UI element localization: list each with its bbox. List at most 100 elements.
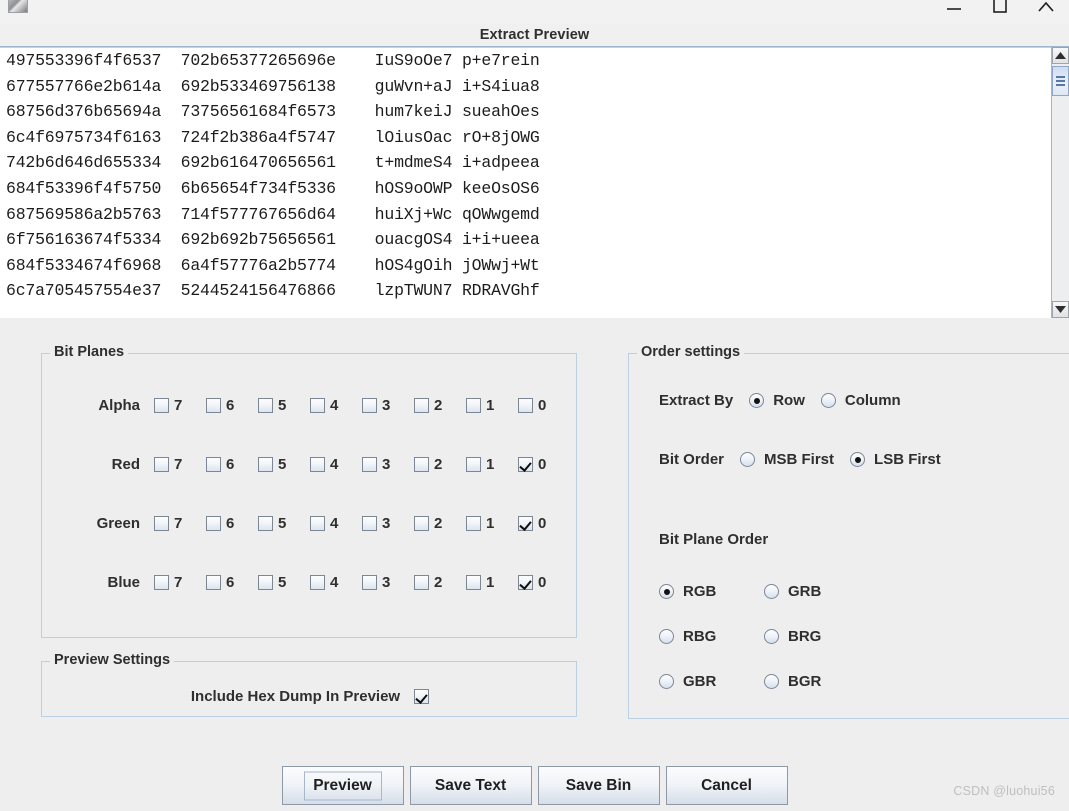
preview-vertical-scrollbar[interactable] [1051,47,1069,318]
checkbox-alpha-bit-3[interactable] [362,397,377,413]
checkbox-blue-bit-1[interactable] [466,574,481,590]
checkbox-blue-bit-6[interactable] [206,574,221,590]
bit-plane-channel-label: Alpha [98,396,140,414]
extract-by-row: Extract By Row Column [659,392,901,409]
bit-plane-order-option-gbr[interactable]: GBR [659,673,764,690]
checkbox-green-bit-7[interactable] [154,515,169,531]
checkbox-red-bit-6[interactable] [206,456,221,472]
checkbox-alpha-bit-0[interactable] [518,397,533,413]
radio-lsb-first[interactable] [850,452,866,467]
extract-preview-dialog: Extract Preview 497553396f4f6537 702b653… [0,0,1069,811]
radio-bgr[interactable] [764,674,779,689]
bit-plane-order-option-rgb[interactable]: RGB [659,583,764,600]
extract-by-option-column[interactable]: Column [820,392,901,409]
radio-label: MSB First [764,451,835,468]
checkbox-green-bit-2[interactable] [414,515,429,531]
bit-plane-row-green: Green 7 6 5 4 3 2 1 0 [42,510,578,536]
save-text-button[interactable]: Save Text [409,766,532,805]
checkbox-blue-bit-2[interactable] [414,574,429,590]
checkbox-red-bit-0[interactable] [518,456,533,472]
checkbox-red-bit-2[interactable] [414,456,429,472]
include-hex-dump-row[interactable]: Include Hex Dump In Preview [42,688,578,705]
page-title: Extract Preview [479,27,590,43]
extract-preview-textarea[interactable]: 497553396f4f6537 702b65377265696e IuS9oO… [0,47,1069,318]
radio-grb[interactable] [764,584,779,599]
radio-label: LSB First [874,451,941,468]
bit-plane-order-option-rbg[interactable]: RBG [659,628,764,645]
checkbox-green-bit-1[interactable] [466,515,481,531]
extract-by-option-row[interactable]: Row [749,392,805,409]
radio-column[interactable] [820,393,836,408]
checkbox-alpha-bit-1[interactable] [466,397,481,413]
checkbox-green-bit-0[interactable] [518,515,533,531]
radio-rbg[interactable] [659,629,674,644]
bit-order-option-msb-first[interactable]: MSB First [740,451,834,468]
bit-order-option-lsb-first[interactable]: LSB First [850,451,941,468]
radio-rgb[interactable] [659,584,674,599]
checkbox-green-bit-3[interactable] [362,515,377,531]
checkbox-blue-bit-5[interactable] [258,574,273,590]
bit-plane-order-option-bgr[interactable]: BGR [764,673,869,690]
image-file-icon [8,0,28,13]
include-hex-dump-label: Include Hex Dump In Preview [190,688,401,705]
bit-number-label: 7 [174,514,183,532]
extract-by-label: Extract By [659,392,734,409]
checkbox-blue-bit-3[interactable] [362,574,377,590]
checkbox-alpha-bit-6[interactable] [206,397,221,413]
checkbox-blue-bit-7[interactable] [154,574,169,590]
bit-cell-alpha-5: 5 [258,397,310,414]
bit-plane-channel-label: Green [96,514,140,532]
scrollbar-track[interactable] [1052,64,1069,301]
checkbox-red-bit-4[interactable] [310,456,325,472]
bit-number-label: 4 [330,573,339,591]
checkbox-red-bit-1[interactable] [466,456,481,472]
bit-number-label: 4 [330,455,339,473]
bit-cell-red-4: 4 [310,456,362,473]
bit-number-label: 0 [538,573,547,591]
checkbox-red-bit-3[interactable] [362,456,377,472]
preview-settings-panel: Preview Settings Include Hex Dump In Pre… [41,652,578,717]
cancel-button[interactable]: Cancel [665,766,788,805]
checkbox-alpha-bit-7[interactable] [154,397,169,413]
radio-gbr[interactable] [659,674,674,689]
bit-number-label: 3 [382,514,391,532]
bit-planes-panel: Bit Planes Alpha 7 6 5 4 3 2 1 0 Red 7 6 5 4 3 2 1 0 Green… [41,344,578,638]
checkbox-green-bit-5[interactable] [258,515,273,531]
checkbox-alpha-bit-5[interactable] [258,397,273,413]
bit-cell-green-6: 6 [206,515,258,532]
bit-number-label: 7 [174,573,183,591]
radio-brg[interactable] [764,629,779,644]
checkbox-blue-bit-0[interactable] [518,574,533,590]
scroll-down-icon[interactable] [1052,301,1069,318]
bit-plane-row-alpha: Alpha 7 6 5 4 3 2 1 0 [42,392,578,418]
radio-label: RBG [683,628,717,645]
save-bin-button[interactable]: Save Bin [537,766,660,805]
bit-cell-green-0: 0 [518,515,570,532]
checkbox-green-bit-4[interactable] [310,515,325,531]
radio-row[interactable] [749,393,765,408]
bit-plane-order-label: Bit Plane Order [659,531,769,548]
bit-plane-order-option-brg[interactable]: BRG [764,628,869,645]
minimize-button[interactable] [931,0,977,24]
include-hex-dump-checkbox[interactable] [414,689,430,704]
close-button[interactable] [1023,0,1069,24]
checkbox-blue-bit-4[interactable] [310,574,325,590]
maximize-button[interactable] [977,0,1023,24]
scroll-up-icon[interactable] [1052,47,1069,64]
scrollbar-thumb[interactable] [1052,66,1069,96]
checkbox-alpha-bit-2[interactable] [414,397,429,413]
checkbox-alpha-bit-4[interactable] [310,397,325,413]
bit-plane-channel-label: Blue [107,573,140,591]
bit-number-label: 5 [278,396,287,414]
bit-number-label: 7 [174,455,183,473]
checkbox-red-bit-7[interactable] [154,456,169,472]
bit-plane-order-line: GBR BGR [659,659,959,704]
checkbox-green-bit-6[interactable] [206,515,221,531]
checkbox-red-bit-5[interactable] [258,456,273,472]
radio-label: GRB [788,583,822,600]
bit-number-label: 6 [226,455,235,473]
radio-msb-first[interactable] [740,452,756,467]
preview-button[interactable]: Preview [281,766,404,805]
bit-plane-row-red: Red 7 6 5 4 3 2 1 0 [42,451,578,477]
bit-plane-order-option-grb[interactable]: GRB [764,583,869,600]
